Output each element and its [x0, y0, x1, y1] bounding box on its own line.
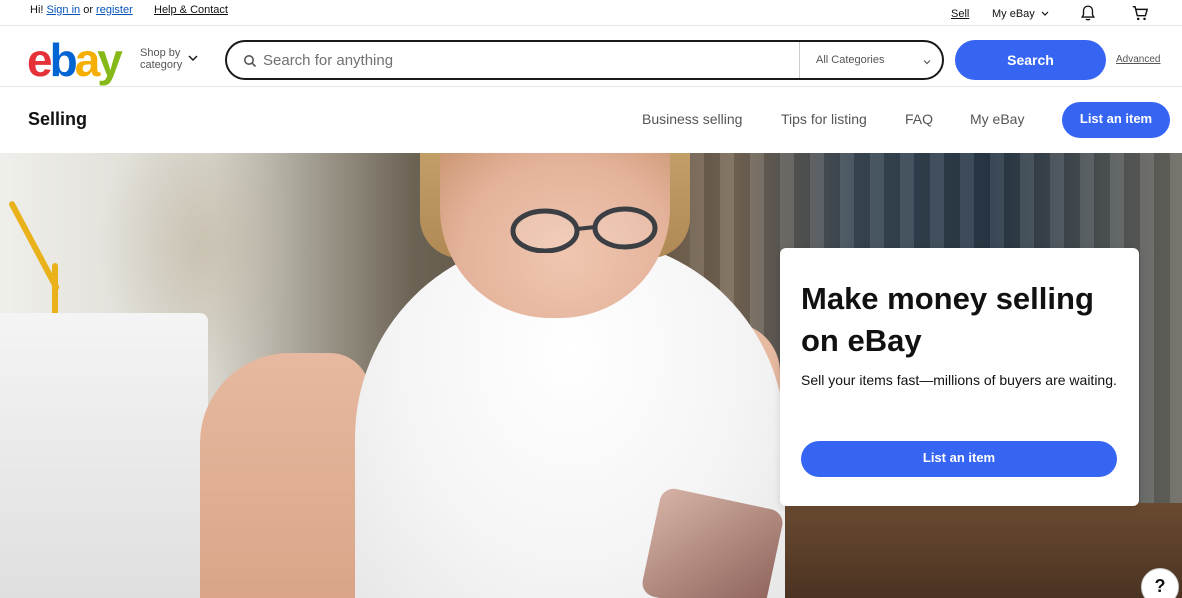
category-select[interactable]: All Categories — [799, 42, 944, 78]
sign-in-link[interactable]: Sign in — [47, 4, 81, 16]
sell-link[interactable]: Sell — [951, 8, 969, 20]
ebay-logo[interactable]: ebay — [27, 37, 137, 83]
nav-my-ebay[interactable]: My eBay — [970, 111, 1024, 127]
logo-letter-e: e — [27, 34, 53, 86]
hero-arm-left — [200, 353, 370, 598]
my-ebay-menu[interactable]: My eBay — [992, 8, 1049, 20]
help-contact-link[interactable]: Help & Contact — [154, 4, 228, 16]
advanced-search-link[interactable]: Advanced — [1116, 54, 1160, 65]
chevron-down-icon — [1041, 11, 1049, 16]
logo-letter-a: a — [74, 34, 101, 86]
hero-list-an-item-button[interactable]: List an item — [801, 441, 1117, 477]
help-button[interactable]: ? — [1141, 568, 1179, 598]
hero-subtext: Sell your items fast—millions of buyers … — [801, 372, 1117, 388]
logo-letter-y: y — [97, 34, 123, 86]
nav-business-selling[interactable]: Business selling — [642, 111, 742, 127]
chevron-down-icon[interactable] — [187, 52, 199, 64]
shop-by-line2: category — [140, 59, 183, 71]
hero-card: Make money selling on eBay Sell your ite… — [780, 248, 1139, 506]
search-input[interactable] — [263, 47, 783, 73]
bell-icon[interactable] — [1079, 4, 1097, 22]
hero-heading: Make money selling on eBay — [801, 281, 1094, 358]
category-select-label: All Categories — [816, 54, 885, 66]
nav-faq[interactable]: FAQ — [905, 111, 933, 127]
list-an-item-button[interactable]: List an item — [1062, 102, 1170, 138]
my-ebay-label: My eBay — [992, 8, 1035, 20]
search-button[interactable]: Search — [955, 40, 1106, 80]
shop-by-category[interactable]: Shop by category — [140, 47, 182, 71]
main-header: ebay Shop by category All Categories Sea… — [0, 27, 1182, 87]
chevron-down-icon — [923, 60, 931, 65]
greeting: Hi! Sign in or register — [30, 4, 133, 16]
register-link[interactable]: register — [96, 4, 133, 16]
top-utility-bar: Hi! Sign in or register Help & Contact S… — [0, 0, 1182, 26]
shop-by-line1: Shop by — [140, 47, 181, 59]
page-title: Selling — [28, 109, 88, 129]
search-icon — [244, 55, 257, 68]
hero-glasses — [510, 206, 658, 253]
cart-icon[interactable] — [1131, 4, 1149, 22]
logo-letter-b: b — [49, 34, 78, 86]
search-bar: All Categories — [225, 40, 944, 80]
greeting-or: or — [80, 4, 97, 16]
nav-tips-for-listing[interactable]: Tips for listing — [781, 111, 867, 127]
hero-laptop — [0, 313, 208, 598]
selling-subnav: Selling Business selling Tips for listin… — [0, 88, 1182, 153]
greeting-prefix: Hi! — [30, 4, 47, 16]
